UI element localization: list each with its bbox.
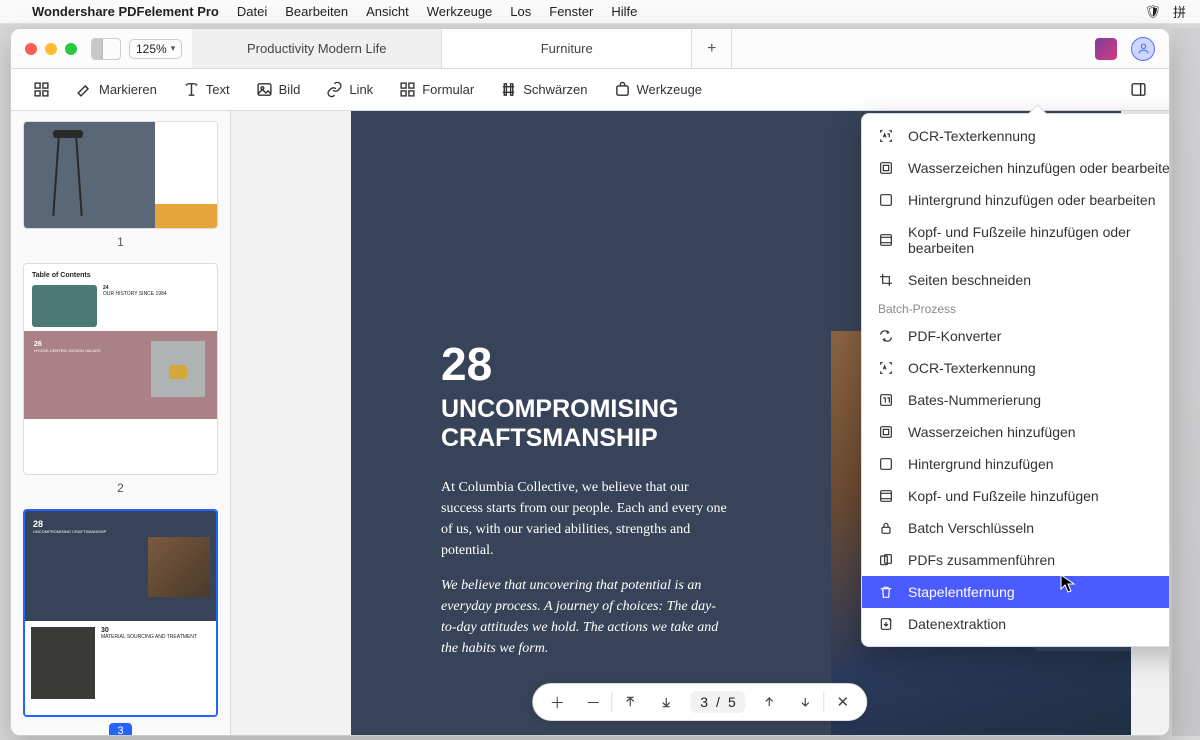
thumbnail-panel: 1 Table of Contents 24 OUR HISTORY SINCE… <box>11 111 231 735</box>
menu-fenster[interactable]: Fenster <box>549 4 593 19</box>
page-title: UNCOMPROMISINGCRAFTSMANSHIP <box>441 395 731 453</box>
menu-merge[interactable]: PDFs zusammenführen <box>862 544 1170 576</box>
page-paragraph-2: We believe that uncovering that potentia… <box>441 575 731 659</box>
menu-watermark[interactable]: Wasserzeichen hinzufügen oder bearbeiten <box>862 152 1170 184</box>
window-close[interactable] <box>25 43 37 55</box>
menu-batch-remove[interactable]: Stapelentfernung <box>862 576 1170 608</box>
thumbnail-3[interactable]: 28 UNCOMPROMISING CRAFTSMANSHIP 30 MATER… <box>23 509 218 717</box>
menu-header-footer[interactable]: Kopf- und Fußzeile hinzufügen oder bearb… <box>862 216 1170 264</box>
user-account-button[interactable] <box>1131 37 1155 61</box>
menu-data-extract[interactable]: Datenextraktion <box>862 608 1170 640</box>
shield-icon[interactable]: 🛡︎ <box>1144 4 1161 20</box>
zoom-in-button[interactable]: ＋ <box>539 684 575 720</box>
background-peek <box>1172 28 1200 736</box>
menu-batch-ocr[interactable]: OCR-Texterkennung <box>862 352 1170 384</box>
app-name[interactable]: Wondershare PDFelement Pro <box>32 4 219 19</box>
menu-los[interactable]: Los <box>510 4 531 19</box>
zoom-out-button[interactable]: － <box>575 684 611 720</box>
tools-button[interactable]: Werkzeuge <box>614 81 703 98</box>
thumbnail-1[interactable] <box>23 121 218 229</box>
last-page-button[interactable] <box>648 684 684 720</box>
toolbar: Markieren Text Bild Link Formular Schwär… <box>11 69 1169 111</box>
page-control-bar: ＋ － 3 / 5 <box>532 683 867 721</box>
mac-menubar: Wondershare PDFelement Pro Datei Bearbei… <box>0 0 1200 24</box>
dropdown-section-batch: Batch-Prozess <box>862 296 1170 320</box>
menu-batch-convert[interactable]: PDF-Konverter <box>862 320 1170 352</box>
menu-batch-encrypt[interactable]: Batch Verschlüsseln <box>862 512 1170 544</box>
thumb-3-number: 3 <box>23 723 218 735</box>
menu-ansicht[interactable]: Ansicht <box>366 4 409 19</box>
thumb-1-number: 1 <box>23 235 218 249</box>
menu-ocr[interactable]: OCR-Texterkennung <box>862 120 1170 152</box>
prev-page-button[interactable] <box>752 684 788 720</box>
panel-toggle-button[interactable] <box>1130 81 1147 98</box>
tab-productivity[interactable]: Productivity Modern Life <box>192 29 442 68</box>
text-button[interactable]: Text <box>183 81 230 98</box>
input-method-icon[interactable]: 拼 <box>1173 2 1186 21</box>
form-button[interactable]: Formular <box>399 81 474 98</box>
menu-batch-watermark[interactable]: Wasserzeichen hinzufügen <box>862 416 1170 448</box>
new-tab-button[interactable]: + <box>692 29 732 68</box>
menu-background[interactable]: Hintergrund hinzufügen oder bearbeiten <box>862 184 1170 216</box>
tools-dropdown: OCR-Texterkennung Wasserzeichen hinzufüg… <box>861 113 1170 647</box>
app-window: 125% Productivity Modern Life Furniture … <box>10 28 1170 736</box>
page-paragraph-1: At Columbia Collective, we believe that … <box>441 477 731 561</box>
image-button[interactable]: Bild <box>256 81 301 98</box>
tab-furniture[interactable]: Furniture <box>442 29 692 68</box>
zoom-select[interactable]: 125% <box>129 39 182 59</box>
close-pagebar-button[interactable]: ✕ <box>825 684 861 720</box>
menu-werkzeuge[interactable]: Werkzeuge <box>427 4 493 19</box>
thumb-2-number: 2 <box>23 481 218 495</box>
next-page-button[interactable] <box>788 684 824 720</box>
menu-datei[interactable]: Datei <box>237 4 267 19</box>
page-number-heading: 28 <box>441 341 731 387</box>
app-logo-icon[interactable] <box>1095 38 1117 60</box>
page-indicator[interactable]: 3 / 5 <box>690 691 745 713</box>
sidebar-toggle-button[interactable] <box>91 38 121 60</box>
redact-button[interactable]: Schwärzen <box>500 81 587 98</box>
window-maximize[interactable] <box>65 43 77 55</box>
menu-crop[interactable]: Seiten beschneiden <box>862 264 1170 296</box>
thumbnail-2[interactable]: Table of Contents 24 OUR HISTORY SINCE 1… <box>23 263 218 475</box>
menu-bearbeiten[interactable]: Bearbeiten <box>285 4 348 19</box>
menu-batch-header-footer[interactable]: Kopf- und Fußzeile hinzufügen <box>862 480 1170 512</box>
first-page-button[interactable] <box>612 684 648 720</box>
titlebar: 125% Productivity Modern Life Furniture … <box>11 29 1169 69</box>
menu-hilfe[interactable]: Hilfe <box>611 4 637 19</box>
highlight-button[interactable]: Markieren <box>76 81 157 98</box>
link-button[interactable]: Link <box>326 81 373 98</box>
mouse-cursor <box>1060 574 1076 599</box>
menu-bates[interactable]: Bates-Nummerierung <box>862 384 1170 416</box>
thumbnails-button[interactable] <box>33 81 50 98</box>
menu-batch-background[interactable]: Hintergrund hinzufügen <box>862 448 1170 480</box>
window-minimize[interactable] <box>45 43 57 55</box>
